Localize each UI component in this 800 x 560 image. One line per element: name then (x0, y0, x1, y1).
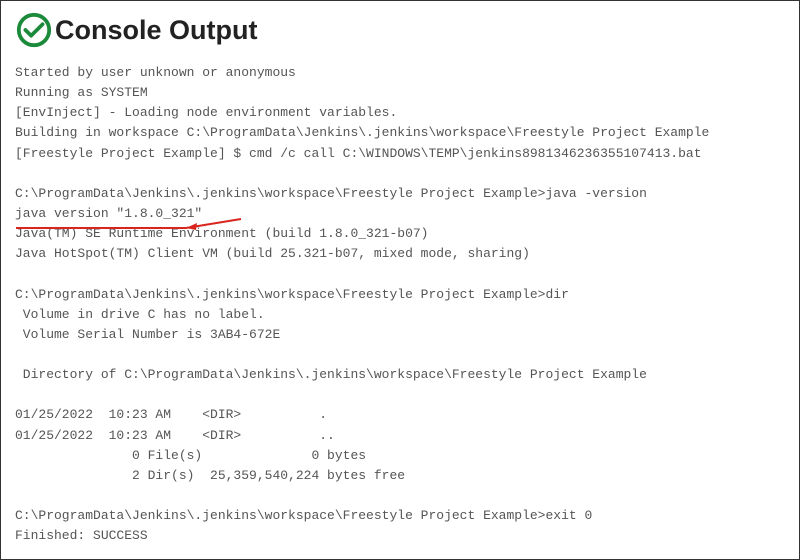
console-header: Console Output (15, 11, 785, 49)
console-output: Started by user unknown or anonymous Run… (15, 63, 785, 546)
success-check-icon (15, 11, 53, 49)
page-title: Console Output (55, 15, 257, 46)
